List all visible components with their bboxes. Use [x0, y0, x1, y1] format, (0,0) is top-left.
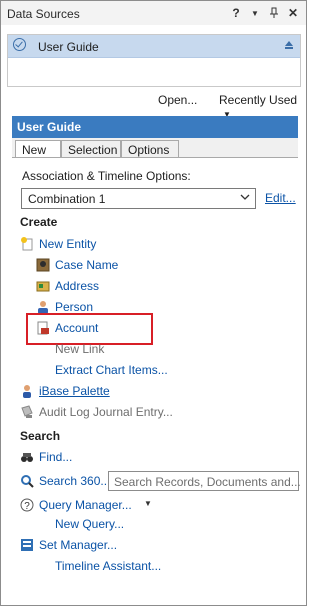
- extract-chart-items-item[interactable]: Extract Chart Items...: [35, 361, 168, 379]
- address-icon: [35, 278, 51, 294]
- set-manager-label: Set Manager...: [39, 538, 118, 552]
- person-label: Person: [55, 300, 94, 314]
- svg-text:?: ?: [24, 501, 30, 512]
- combo-value: Combination 1: [28, 192, 106, 206]
- ibase-palette-item[interactable]: iBase Palette: [19, 382, 110, 400]
- case-name-label: Case Name: [55, 258, 119, 272]
- address-item[interactable]: Address: [35, 277, 99, 295]
- search-heading: Search: [20, 429, 61, 443]
- search-360-label: Search 360...: [39, 474, 111, 488]
- address-label: Address: [55, 279, 100, 293]
- audit-icon: [19, 404, 35, 420]
- search-placeholder: Search Records, Documents and...: [114, 475, 301, 489]
- timeline-assistant-label: Timeline Assistant...: [55, 559, 162, 573]
- case-name-item[interactable]: Case Name: [35, 256, 118, 274]
- find-item[interactable]: Find...: [19, 448, 72, 466]
- query-icon: ?: [19, 497, 35, 513]
- recently-used-label: Recently Used: [219, 93, 298, 107]
- data-sources-window: Data Sources ? ▼ ✕ User Guide Open... Re…: [0, 0, 307, 606]
- title-bar-controls: ? ▼ ✕: [229, 6, 300, 20]
- user-guide-title: User Guide: [17, 120, 82, 134]
- new-link-item: New Link: [35, 340, 104, 358]
- user-guide-header: User Guide: [12, 116, 298, 138]
- eject-icon[interactable]: [284, 40, 294, 50]
- open-button[interactable]: Open...: [158, 93, 197, 107]
- window-title: Data Sources: [7, 7, 80, 21]
- tab-new[interactable]: New: [15, 140, 61, 158]
- data-sources-list: User Guide: [7, 34, 301, 87]
- new-query-label: New Query...: [55, 517, 125, 531]
- new-link-label: New Link: [55, 342, 105, 356]
- set-manager-item[interactable]: Set Manager...: [19, 536, 117, 554]
- tab-strip: New Selection Options: [12, 138, 298, 158]
- new-entity-icon: [19, 236, 35, 252]
- open-toolbar: Open... Recently Used▼: [1, 87, 306, 119]
- datasource-item-user-guide[interactable]: User Guide: [8, 35, 300, 58]
- timeline-assistant-item[interactable]: Timeline Assistant...: [35, 557, 161, 575]
- datasource-label: User Guide: [38, 40, 99, 54]
- close-icon[interactable]: ✕: [286, 6, 300, 20]
- case-icon: [35, 257, 51, 273]
- query-manager-item[interactable]: ? Query Manager...: [19, 496, 132, 514]
- search-input[interactable]: Search Records, Documents and...: [108, 471, 301, 491]
- query-manager-label: Query Manager...: [39, 498, 132, 512]
- palette-icon: [19, 383, 35, 399]
- create-heading: Create: [20, 215, 58, 229]
- extract-chart-items-label: Extract Chart Items...: [55, 363, 168, 377]
- tab-divider: [12, 157, 298, 158]
- check-circle-icon: [13, 38, 26, 51]
- new-entity-item[interactable]: New Entity: [19, 235, 96, 253]
- find-label: Find...: [39, 450, 73, 464]
- new-entity-label: New Entity: [39, 237, 97, 251]
- menu-caret-icon[interactable]: ▼: [248, 6, 262, 20]
- chevron-down-icon: [240, 194, 250, 200]
- new-query-item[interactable]: New Query...: [35, 515, 124, 533]
- edit-link[interactable]: Edit...: [265, 191, 296, 205]
- association-options-label: Association & Timeline Options:: [22, 169, 191, 183]
- tab-selection[interactable]: Selection: [61, 140, 121, 158]
- tab-options[interactable]: Options: [121, 140, 179, 158]
- binoculars-icon: [19, 449, 35, 465]
- query-manager-dropdown-icon[interactable]: ▼: [144, 499, 152, 508]
- audit-log-item[interactable]: Audit Log Journal Entry...: [19, 403, 173, 421]
- search-360-item[interactable]: Search 360...: [19, 472, 110, 490]
- association-combo[interactable]: Combination 1: [21, 188, 256, 209]
- search360-icon: [19, 473, 35, 489]
- ibase-palette-label: iBase Palette: [39, 384, 110, 398]
- help-icon[interactable]: ?: [229, 6, 243, 20]
- pin-icon[interactable]: [267, 6, 281, 20]
- set-manager-icon: [19, 537, 35, 553]
- audit-log-label: Audit Log Journal Entry...: [39, 405, 173, 419]
- title-bar: Data Sources ? ▼ ✕: [1, 1, 306, 25]
